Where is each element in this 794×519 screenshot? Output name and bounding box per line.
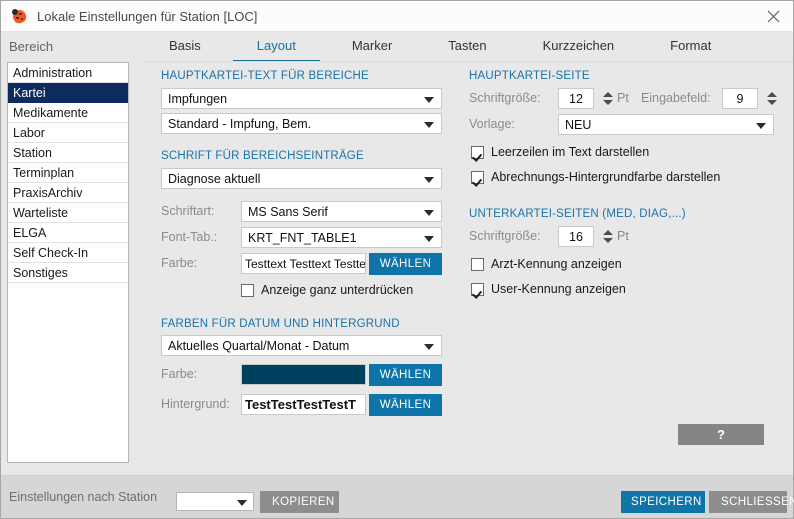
vorlage-value: NEU xyxy=(565,117,592,132)
speichern-button[interactable]: SPEICHERN xyxy=(621,491,705,513)
sidebar-item-labor[interactable]: Labor xyxy=(8,123,128,143)
group-title-farben-datum: FARBEN FÜR DATUM UND HINTERGRUND xyxy=(161,318,400,330)
dialog-window: Lokale Einstellungen für Station [LOC] B… xyxy=(0,0,794,519)
window-title: Lokale Einstellungen für Station [LOC] xyxy=(37,8,258,24)
arzt-kennung-row[interactable]: Arzt-Kennung anzeigen xyxy=(471,257,622,271)
user-kennung-checkbox[interactable] xyxy=(471,282,484,296)
sidebar-item-administration[interactable]: Administration xyxy=(8,63,128,83)
hintergrund-label: Hintergrund: xyxy=(161,397,230,411)
eingabefeld-label: Eingabefeld: xyxy=(641,91,711,105)
vorlage-select[interactable]: NEU xyxy=(558,114,774,135)
tab-marker[interactable]: Marker xyxy=(324,32,420,62)
abrechnung-hintergrundfarbe-row[interactable]: Abrechnungs-Hintergrundfarbe darstellen xyxy=(471,170,720,184)
sidebar-item-kartei[interactable]: Kartei xyxy=(8,83,128,103)
sidebar-item-sonstiges[interactable]: Sonstiges xyxy=(8,263,128,283)
datum-hintergrund-select[interactable]: Aktuelles Quartal/Monat - Datum xyxy=(161,335,442,356)
suppress-display-checkbox[interactable] xyxy=(241,283,254,297)
tab-kurzzeichen[interactable]: Kurzzeichen xyxy=(515,32,643,62)
user-kennung-row[interactable]: User-Kennung anzeigen xyxy=(471,282,626,296)
font-tab-value: KRT_FNT_TABLE1 xyxy=(248,230,357,245)
sidebar-item-warteliste[interactable]: Warteliste xyxy=(8,203,128,223)
chevron-down-icon xyxy=(424,96,434,103)
leerzeilen-checkbox[interactable] xyxy=(471,145,484,159)
bereich-list[interactable]: Administration Kartei Medikamente Labor … xyxy=(7,62,129,463)
schriftart-label: Schriftart: xyxy=(161,204,215,218)
footer-station-select[interactable] xyxy=(176,492,254,511)
abrechnung-hintergrundfarbe-checkbox[interactable] xyxy=(471,170,484,184)
group-title-hauptkartei-seite: HAUPTKARTEI-SEITE xyxy=(469,70,590,82)
arzt-kennung-label: Arzt-Kennung anzeigen xyxy=(491,257,622,271)
schrift-farbe-label: Farbe: xyxy=(161,256,198,270)
unterkartei-schriftgroesse-label: Schriftgröße: xyxy=(469,229,541,243)
leerzeilen-row[interactable]: Leerzeilen im Text darstellen xyxy=(471,145,649,159)
hauptkartei-bereich-value: Impfungen xyxy=(168,91,228,106)
schriftgroesse-input[interactable]: 12 xyxy=(558,88,594,109)
datum-hintergrund-value: Aktuelles Quartal/Monat - Datum xyxy=(168,338,350,353)
tab-tasten[interactable]: Tasten xyxy=(420,32,514,62)
suppress-display-label: Anzeige ganz unterdrücken xyxy=(261,283,414,297)
arzt-kennung-checkbox[interactable] xyxy=(471,257,484,271)
hauptkartei-vorlage-value: Standard - Impfung, Bem. xyxy=(168,116,312,131)
ladybug-icon xyxy=(11,7,28,25)
group-title-unterkartei-seiten: UNTERKARTEI-SEITEN (MED, DIAG,...) xyxy=(469,208,686,220)
unterkartei-schriftgroesse-unit: Pt xyxy=(617,229,629,243)
suppress-display-row[interactable]: Anzeige ganz unterdrücken xyxy=(241,283,413,297)
chevron-down-icon xyxy=(237,499,247,506)
hintergrund-preview[interactable]: TestTestTestTestT xyxy=(241,394,366,415)
leerzeilen-label: Leerzeilen im Text darstellen xyxy=(491,145,650,159)
sidebar-item-elga[interactable]: ELGA xyxy=(8,223,128,243)
eingabefeld-input[interactable]: 9 xyxy=(722,88,758,109)
schriftart-select[interactable]: MS Sans Serif xyxy=(241,201,442,222)
datum-farbe-waehlen-button[interactable]: WÄHLEN xyxy=(369,364,442,386)
sidebar-heading: Bereich xyxy=(9,39,54,54)
schriftgroesse-stepper[interactable] xyxy=(603,88,614,108)
vorlage-label: Vorlage: xyxy=(469,117,515,131)
chevron-down-icon xyxy=(424,343,434,350)
chevron-down-icon xyxy=(424,209,434,216)
sidebar-item-praxisarchiv[interactable]: PraxisArchiv xyxy=(8,183,128,203)
font-tab-label: Font-Tab.: xyxy=(161,230,218,244)
bereichseintrag-value: Diagnose aktuell xyxy=(168,171,261,186)
unterkartei-schriftgroesse-input[interactable]: 16 xyxy=(558,226,594,247)
eingabefeld-stepper[interactable] xyxy=(767,88,778,108)
datum-farbe-swatch[interactable] xyxy=(241,364,366,385)
help-button[interactable]: ? xyxy=(678,424,764,445)
bereichseintrag-select[interactable]: Diagnose aktuell xyxy=(161,168,442,189)
chevron-down-icon xyxy=(756,122,766,129)
datum-farbe-label: Farbe: xyxy=(161,367,198,381)
schrift-farbe-waehlen-button[interactable]: WÄHLEN xyxy=(369,253,442,275)
tab-layout[interactable]: Layout xyxy=(229,32,324,62)
close-icon[interactable] xyxy=(754,1,793,31)
chevron-down-icon xyxy=(424,176,434,183)
sidebar-item-terminplan[interactable]: Terminplan xyxy=(8,163,128,183)
chevron-down-icon xyxy=(424,235,434,242)
user-kennung-label: User-Kennung anzeigen xyxy=(491,282,626,296)
abrechnung-hintergrundfarbe-label: Abrechnungs-Hintergrundfarbe darstellen xyxy=(491,170,721,184)
tab-basis[interactable]: Basis xyxy=(141,32,229,62)
hauptkartei-vorlage-select[interactable]: Standard - Impfung, Bem. xyxy=(161,113,442,134)
schrift-farbe-preview[interactable]: Testtext Testtext Testtext xyxy=(241,253,366,274)
layout-tab-panel: HAUPTKARTEI-TEXT FÜR BEREICHE Impfungen … xyxy=(141,62,793,475)
group-title-hauptkartei-text: HAUPTKARTEI-TEXT FÜR BEREICHE xyxy=(161,70,369,82)
unterkartei-schriftgroesse-stepper[interactable] xyxy=(603,226,614,246)
font-tab-select[interactable]: KRT_FNT_TABLE1 xyxy=(241,227,442,248)
schriftgroesse-label: Schriftgröße: xyxy=(469,91,541,105)
hauptkartei-bereich-select[interactable]: Impfungen xyxy=(161,88,442,109)
footer-copy-label: Einstellungen nach Station xyxy=(9,490,158,504)
titlebar: Lokale Einstellungen für Station [LOC] xyxy=(1,1,793,32)
tab-format[interactable]: Format xyxy=(642,32,739,62)
schliessen-button[interactable]: SCHLIESSEN xyxy=(709,491,794,513)
chevron-down-icon xyxy=(424,121,434,128)
sidebar-item-self-check-in[interactable]: Self Check-In xyxy=(8,243,128,263)
schriftgroesse-unit: Pt xyxy=(617,91,629,105)
schriftart-value: MS Sans Serif xyxy=(248,204,328,219)
hintergrund-waehlen-button[interactable]: WÄHLEN xyxy=(369,394,442,416)
sidebar-item-station[interactable]: Station xyxy=(8,143,128,163)
kopieren-button[interactable]: KOPIEREN xyxy=(260,491,339,513)
tab-bar: Basis Layout Marker Tasten Kurzzeichen F… xyxy=(141,32,793,62)
sidebar-item-medikamente[interactable]: Medikamente xyxy=(8,103,128,123)
group-title-schrift-bereichseintraege: SCHRIFT FÜR BEREICHSEINTRÄGE xyxy=(161,150,364,162)
